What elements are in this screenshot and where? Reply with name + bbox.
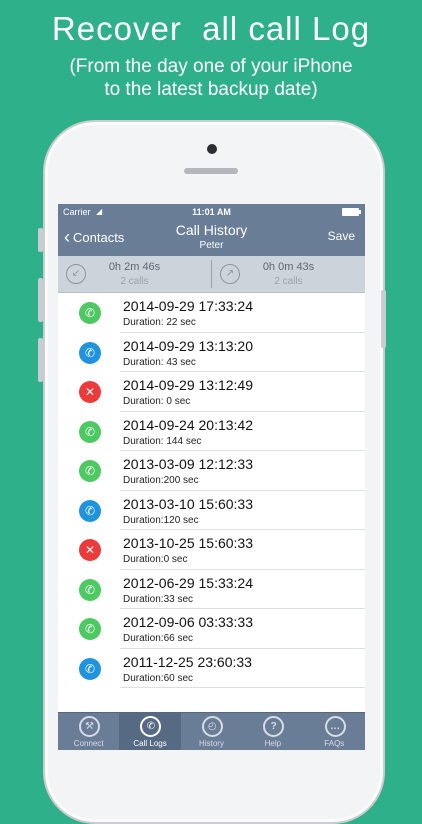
battery-icon bbox=[342, 208, 361, 216]
incoming-call-icon: ✆ bbox=[79, 578, 101, 601]
volume-up-button bbox=[38, 278, 43, 322]
call-row[interactable]: ✆ 2014-09-29 17:33:24 Duration: 22 sec bbox=[58, 293, 365, 333]
clock-icon: ◴ bbox=[201, 716, 223, 737]
chat-icon: … bbox=[324, 716, 346, 737]
summary-count: 2 calls bbox=[120, 276, 149, 287]
call-datetime: 2013-03-10 15:60:33 bbox=[123, 495, 253, 512]
call-duration: Duration:66 sec bbox=[123, 633, 194, 644]
status-bar: Carrier ◢ 11:01 AM bbox=[58, 204, 365, 220]
incoming-call-icon: ✆ bbox=[79, 460, 101, 482]
tab-label: Help bbox=[264, 739, 282, 748]
call-row[interactable]: ✆ 2013-03-09 12:12:33 Duration:200 sec bbox=[58, 451, 365, 491]
call-duration: Duration:120 sec bbox=[123, 514, 199, 526]
summary-incoming: ↙ 0h 2m 46s 2 calls bbox=[58, 256, 211, 292]
summary-count: 2 calls bbox=[274, 276, 303, 287]
tab-help[interactable]: ? Help bbox=[242, 713, 303, 750]
call-datetime: 2014-09-24 20:13:42 bbox=[123, 416, 253, 433]
missed-call-icon: ✕ bbox=[79, 381, 101, 403]
outgoing-call-icon: ✆ bbox=[79, 657, 101, 680]
summary-outgoing: ↗ 0h 0m 43s 2 calls bbox=[212, 256, 365, 292]
incoming-call-icon: ✆ bbox=[79, 302, 101, 324]
call-duration: Duration:33 sec bbox=[123, 593, 194, 605]
call-row[interactable]: ✆ 2012-06-29 15:33:24 Duration:33 sec bbox=[58, 570, 365, 609]
volume-down-button bbox=[38, 338, 43, 382]
call-row[interactable]: ✕ 2013-10-25 15:60:33 Duration:0 sec bbox=[58, 530, 365, 570]
tab-label: FAQs bbox=[324, 739, 345, 748]
call-datetime: 2013-10-25 15:60:33 bbox=[123, 535, 253, 551]
call-row[interactable]: ✕ 2014-09-29 13:12:49 Duration: 0 sec bbox=[58, 372, 365, 412]
question-icon: ? bbox=[263, 716, 285, 737]
call-datetime: 2011-12-25 23:60:33 bbox=[123, 653, 252, 670]
call-duration: Duration: 43 sec bbox=[123, 356, 196, 368]
navigation-bar: Carrier ◢ 11:01 AM ‹ Contacts Call Histor… bbox=[58, 204, 365, 256]
summary-duration: 0h 0m 43s bbox=[262, 261, 315, 273]
promo-subtitle-line-2: to the latest backup date) bbox=[104, 79, 318, 100]
mute-switch bbox=[38, 228, 43, 252]
call-duration: Duration:200 sec bbox=[123, 475, 199, 486]
call-duration: Duration: 144 sec bbox=[123, 435, 202, 447]
power-button bbox=[381, 290, 386, 348]
call-row[interactable]: ✆ 2014-09-29 13:13:20 Duration: 43 sec bbox=[58, 333, 365, 372]
call-datetime: 2012-06-29 15:33:24 bbox=[123, 574, 253, 591]
outgoing-call-icon: ✆ bbox=[79, 341, 101, 364]
outgoing-call-icon: ✆ bbox=[79, 499, 101, 522]
call-duration: Duration:0 sec bbox=[123, 554, 188, 565]
call-row[interactable]: ✆ 2011-12-25 23:60:33 Duration:60 sec bbox=[58, 649, 365, 688]
call-datetime: 2014-09-29 13:12:49 bbox=[123, 377, 253, 393]
missed-call-icon: ✕ bbox=[79, 539, 101, 561]
phone-screen: Carrier ◢ 11:01 AM ‹ Contacts Call Histor… bbox=[58, 204, 365, 750]
contact-name: Peter bbox=[199, 240, 224, 251]
call-duration: Duration: 0 sec bbox=[123, 396, 191, 407]
call-row[interactable]: ✆ 2013-03-10 15:60:33 Duration:120 sec bbox=[58, 491, 365, 530]
tab-label: History bbox=[199, 739, 224, 748]
call-datetime: 2012-09-06 03:33:33 bbox=[123, 614, 253, 630]
promo-subtitle-line-1: (From the day one of your iPhone bbox=[69, 56, 353, 77]
call-duration: Duration: 22 sec bbox=[123, 317, 196, 328]
call-duration: Duration:60 sec bbox=[123, 672, 194, 684]
call-datetime: 2014-09-29 17:33:24 bbox=[123, 298, 253, 314]
page-title: Call History bbox=[175, 222, 248, 238]
summary-duration: 0h 2m 46s bbox=[108, 261, 161, 273]
promo-subtitle: (From the day one of your iPhone to the … bbox=[0, 55, 422, 101]
call-row[interactable]: ✆ 2014-09-24 20:13:42 Duration: 144 sec bbox=[58, 412, 365, 451]
tab-connect[interactable]: ⚒ Connect bbox=[58, 713, 119, 750]
tab-history[interactable]: ◴ History bbox=[181, 713, 242, 750]
tab-label: Connect bbox=[73, 739, 104, 748]
call-datetime: 2014-09-29 13:13:20 bbox=[123, 337, 253, 354]
status-time: 11:01 AM bbox=[192, 207, 231, 217]
tab-call-logs[interactable]: ✆ Call Logs bbox=[119, 713, 181, 750]
tab-bar: ⚒ Connect ✆ Call Logs ◴ History? Help … FAQs bbox=[58, 712, 365, 750]
wrench-icon: ⚒ bbox=[79, 716, 100, 737]
call-summary: ↙ 0h 2m 46s 2 calls ↗ 0h 0m 43s 2 calls bbox=[58, 256, 365, 293]
call-list: ✆ 2014-09-29 17:33:24 Duration: 22 sec ✆ 201… bbox=[58, 293, 365, 688]
earpiece-speaker bbox=[184, 168, 238, 174]
promo-title: Recover all call Log bbox=[51, 10, 371, 47]
save-button[interactable]: Save bbox=[328, 229, 355, 243]
tab-faqs[interactable]: … FAQs bbox=[304, 713, 365, 750]
incoming-call-icon: ✆ bbox=[79, 420, 101, 443]
phone-icon: ✆ bbox=[140, 716, 162, 737]
call-datetime: 2013-03-09 12:12:33 bbox=[123, 456, 253, 472]
row-separator bbox=[120, 687, 365, 688]
front-camera bbox=[207, 144, 217, 154]
incoming-call-icon: ✆ bbox=[79, 618, 101, 640]
call-row[interactable]: ✆ 2012-09-06 03:33:33 Duration:66 sec bbox=[58, 609, 365, 649]
tab-label: Call Logs bbox=[133, 739, 167, 748]
